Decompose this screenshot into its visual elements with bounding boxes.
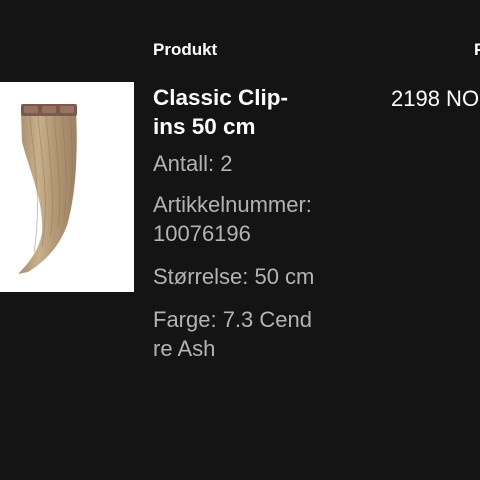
product-column-header: Produkt <box>153 40 218 59</box>
product-price: 2198 NO <box>391 86 480 111</box>
product-article-number: Artikkelnummer: 10076196 <box>153 192 312 246</box>
product-image[interactable] <box>0 82 134 292</box>
product-color: Farge: 7.3 Cendre Ash <box>153 307 312 361</box>
price-column-header: P <box>474 40 480 59</box>
product-size: Størrelse: 50 cm <box>153 264 315 289</box>
product-quantity: Antall: 2 <box>153 151 233 176</box>
product-title[interactable]: Classic Clip-ins 50 cm <box>153 83 318 141</box>
product-details: Classic Clip-ins 50 cm Antall: 2 Artikke… <box>153 83 318 377</box>
hair-extension-image <box>18 104 77 274</box>
